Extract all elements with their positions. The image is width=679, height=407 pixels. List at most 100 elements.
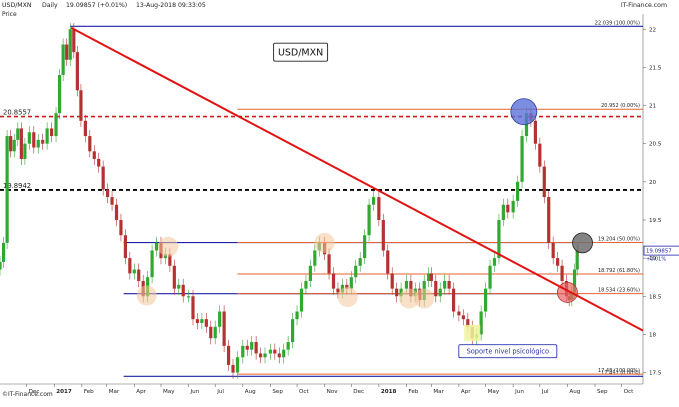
y-tick-label: 22 (649, 27, 656, 33)
level-value-label: 20.952 (0.00%) (601, 103, 640, 109)
candle-body (497, 219, 501, 259)
level-value-label: 17.48 (100.00%) (598, 368, 640, 374)
candle-body (16, 128, 20, 140)
candle-body (110, 197, 114, 205)
x-tick-label: Feb (84, 389, 94, 395)
candle-body (241, 345, 245, 358)
downtrend-line (70, 26, 644, 332)
y-tick-label: 19.5 (649, 218, 662, 224)
candle-body (41, 139, 45, 144)
candle-body (213, 326, 217, 339)
candle-body (268, 349, 272, 354)
x-tick-label: Jul (541, 389, 549, 395)
candle-body (97, 158, 101, 167)
level-value-label: 19.204 (50.00%) (598, 237, 640, 243)
last-price-change: +0.01% (646, 257, 666, 263)
candle-body (181, 284, 185, 297)
candle-body (250, 342, 254, 350)
x-tick-label: Sep (597, 389, 608, 395)
candle-body (511, 200, 515, 213)
candle-body (5, 136, 9, 243)
candle-body (516, 181, 520, 201)
candle-body (75, 52, 79, 91)
candle-body (299, 288, 304, 312)
support-highlight-box (464, 324, 481, 341)
candle-body (290, 319, 295, 343)
x-tick-label: 2017 (56, 389, 72, 395)
candle-body (461, 315, 465, 320)
candle-body (32, 132, 36, 148)
candle-body (560, 265, 564, 282)
candle-body (83, 120, 87, 137)
x-tick-label: May (488, 389, 500, 395)
candle-body (1, 242, 6, 262)
candle-body (367, 204, 371, 236)
candle-body (434, 281, 438, 297)
candle-body (354, 265, 358, 278)
y-tick-label: 18 (649, 332, 657, 338)
candle-body (429, 273, 433, 282)
chart-svg: 17.51818.51919.52020.52121.522Dec 2017 Feb… (0, 14, 679, 395)
candle-body (65, 44, 69, 60)
y-tick-label: 18.5 (649, 294, 662, 300)
candle-body (349, 277, 353, 289)
candle-body (492, 258, 497, 266)
candle-body (457, 311, 461, 316)
candle-body (327, 254, 331, 274)
candle-body (304, 281, 308, 289)
candle-body (371, 197, 376, 205)
candle-body (150, 250, 154, 278)
candle-body (137, 269, 141, 282)
touch-point-circle (414, 288, 435, 309)
candle-body (72, 29, 76, 53)
chart-root: USD/MXN Daily 19.09857 (+0.01%) 13-Aug-2… (0, 0, 679, 407)
candle-body (49, 128, 54, 137)
touch-point-circle (337, 287, 358, 308)
candle-body (542, 166, 546, 198)
candle-body (363, 235, 367, 259)
candle-body (36, 139, 40, 148)
candle-body (377, 197, 381, 220)
annotation-label: Soporte nivel psicológico (467, 348, 549, 356)
touch-point-circle (158, 236, 179, 257)
candle-body (235, 357, 240, 373)
candle-body (101, 166, 105, 190)
candle-body (533, 120, 537, 144)
level-value-label: 18.534 (23.60%) (598, 288, 640, 294)
x-tick-label: Jun (514, 389, 524, 395)
candle-body (226, 345, 231, 365)
peak-circle (510, 98, 538, 126)
x-tick-label: Mar (109, 389, 120, 395)
candle-body (186, 296, 191, 298)
candle-body (331, 273, 336, 289)
candle-body (556, 258, 560, 266)
candle-body (114, 204, 119, 220)
y-tick-label: 21.5 (649, 65, 662, 71)
candle-body (195, 319, 200, 323)
candle-body (488, 265, 492, 289)
candle-body (45, 128, 49, 144)
candle-body (9, 136, 13, 152)
x-tick-label: Sep (272, 389, 283, 395)
chart-title: USD/MXN (278, 48, 323, 59)
candle-body (404, 281, 409, 289)
y-tick-label: 17.5 (649, 371, 662, 377)
candle-body (191, 296, 195, 320)
candle-body (0, 261, 2, 270)
x-tick-label: Oct (624, 389, 634, 395)
candle-body (177, 284, 181, 289)
candle-body (258, 353, 263, 358)
x-tick-label: Jul (216, 389, 224, 395)
candle-body (386, 250, 390, 274)
candle-body (27, 132, 31, 144)
candle-body (313, 250, 317, 266)
candle-body (128, 258, 132, 274)
candle-body (277, 353, 281, 358)
candle-body (222, 311, 226, 346)
touch-point-circle (136, 285, 157, 306)
candle-body (501, 204, 505, 220)
candle-body (209, 326, 213, 339)
candle-body (172, 265, 176, 289)
support-touch-circle (557, 282, 578, 303)
candle-body (483, 288, 488, 312)
